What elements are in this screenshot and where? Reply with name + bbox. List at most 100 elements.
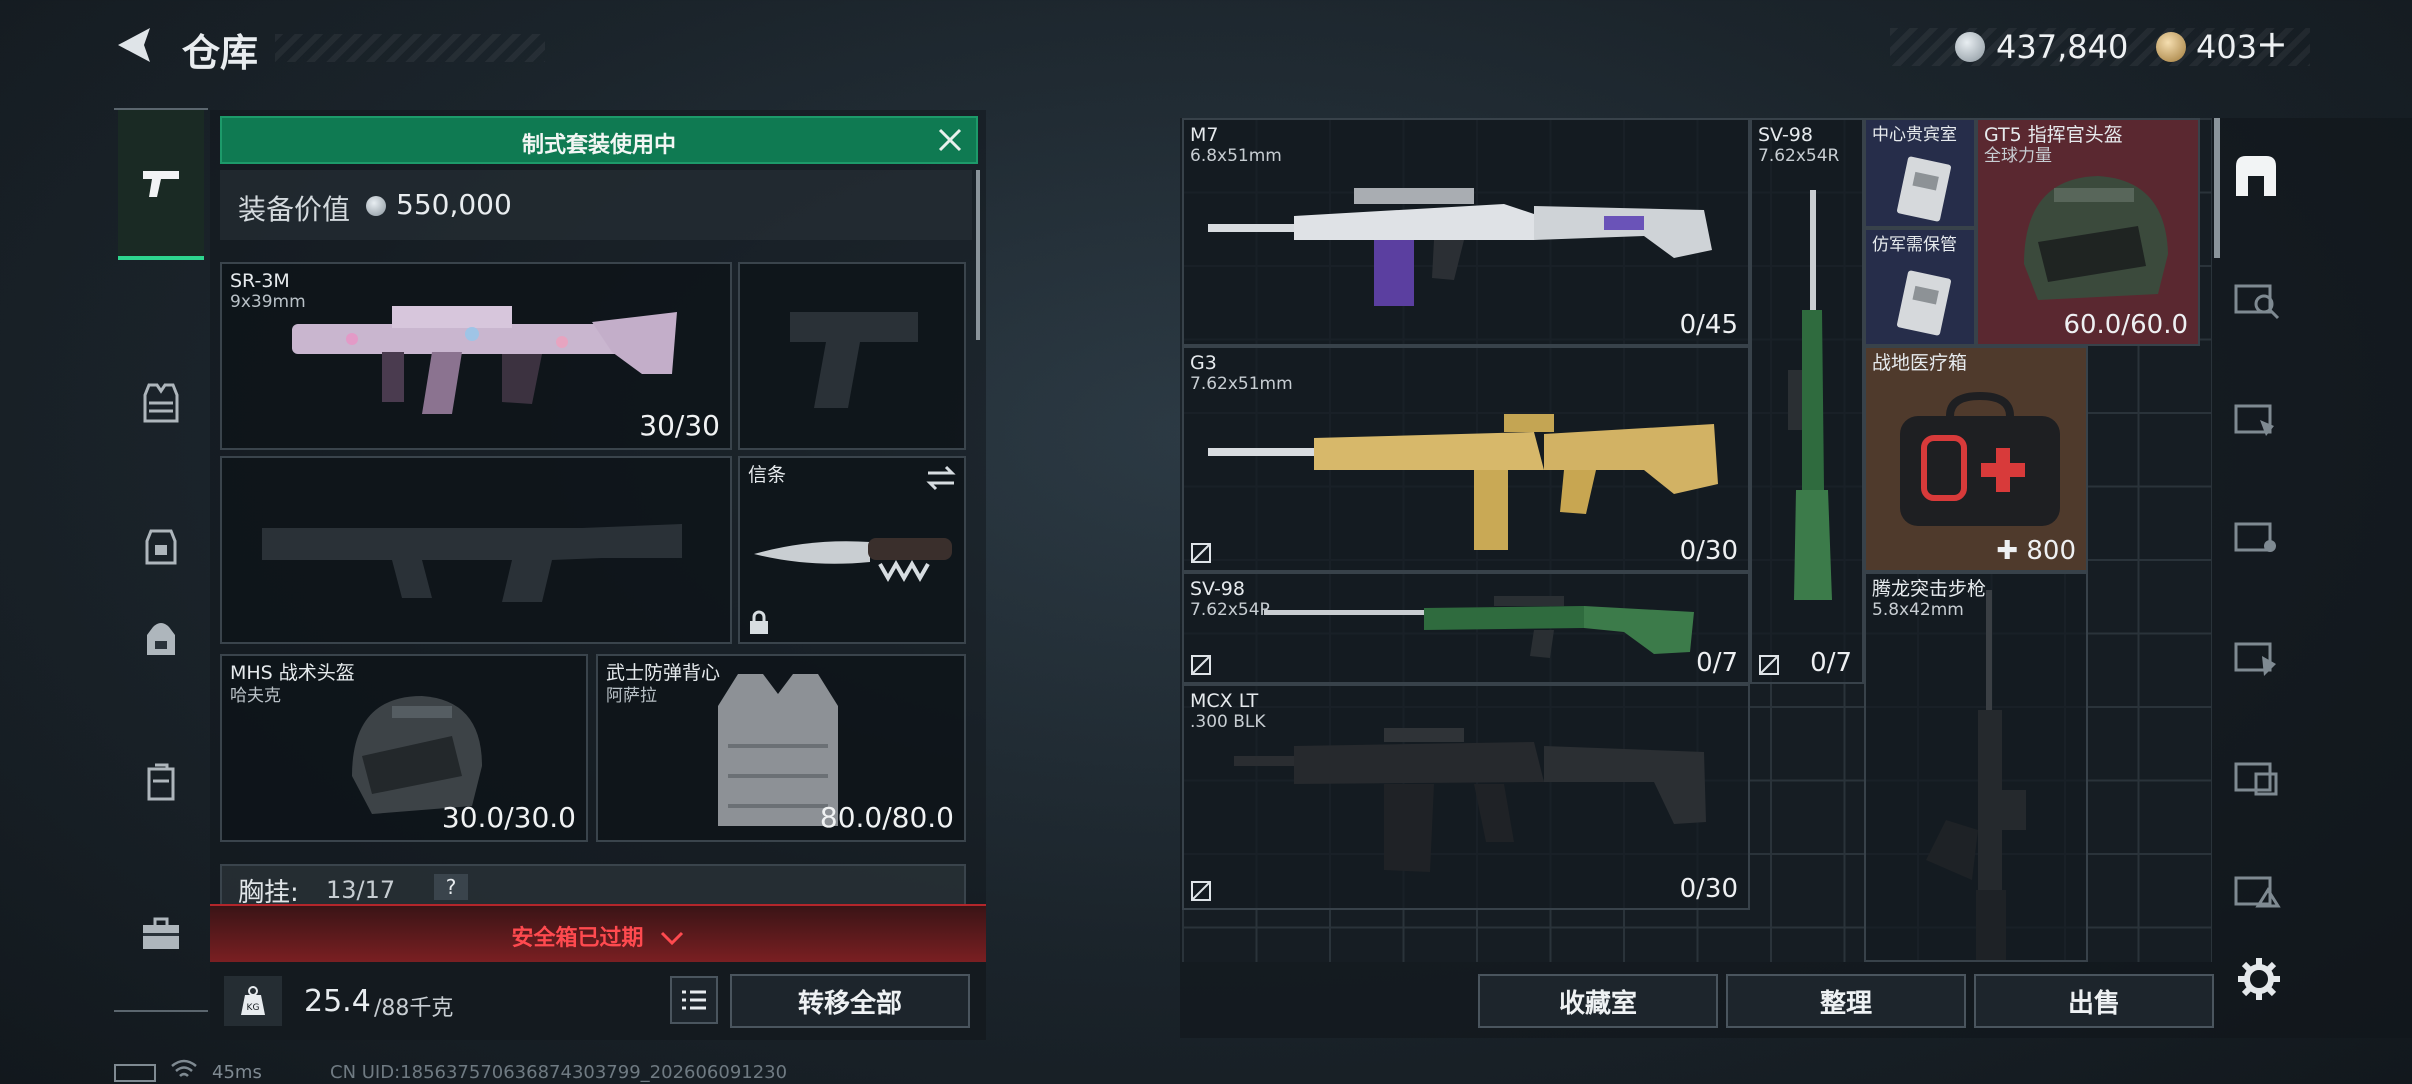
item-name: G3: [1190, 352, 1217, 374]
list-icon: [682, 990, 706, 1010]
helmet-slot[interactable]: MHS 战术头盔 哈夫克 30.0/30.0: [220, 654, 588, 842]
ping-value: 45ms: [212, 1062, 262, 1083]
sort-button[interactable]: 整理: [1726, 974, 1966, 1028]
sidebar-tab-backpack[interactable]: [118, 596, 204, 682]
safebox-expired-text: 安全箱已过期: [511, 926, 644, 951]
sidebar-tab-weapons[interactable]: [118, 110, 204, 260]
item-ammo-count: 0/7: [1696, 648, 1738, 678]
currency1-value: 437,840: [1996, 28, 2129, 66]
armor-name: 武士防弹背心: [606, 662, 721, 684]
storage-item-sv98[interactable]: SV-98 7.62x54R 0/7: [1182, 572, 1750, 684]
rig-capacity: 13/17: [326, 876, 396, 904]
storage-item-m7[interactable]: M7 6.8x51mm 0/45: [1182, 118, 1750, 346]
item-name: SV-98: [1758, 124, 1813, 146]
warehouse-tab-6[interactable]: [2218, 738, 2294, 814]
item-ammo: 7.62x54R: [1190, 600, 1272, 620]
warehouse-tab-4[interactable]: [2218, 498, 2294, 574]
no-binding-icon: [1191, 543, 1211, 563]
helmet-durability: 30.0/30.0: [441, 801, 576, 834]
storage-item-mcx-lt[interactable]: MCX LT .300 BLK 0/30: [1182, 684, 1750, 910]
close-icon[interactable]: [934, 124, 966, 156]
backpack-icon: [147, 623, 175, 655]
rig-help-button[interactable]: ?: [434, 874, 468, 900]
storage-item-keycard-vip[interactable]: 中心贵宾室: [1864, 118, 1976, 228]
weight-row: KG 25.4 /88千克 转移全部: [210, 962, 986, 1040]
title-decoration: [275, 34, 545, 62]
sidebar-tab-armor[interactable]: [118, 360, 204, 446]
warehouse-tab-7[interactable]: [2218, 852, 2294, 928]
melee-name: 信条: [748, 464, 787, 486]
heal-value: 800: [2026, 536, 2076, 566]
wifi-icon: [170, 1058, 198, 1084]
list-view-button[interactable]: [670, 976, 718, 1024]
svg-text:KG: KG: [247, 1003, 260, 1013]
item-name: M7: [1190, 124, 1219, 146]
warehouse-tab-3[interactable]: [2218, 380, 2294, 456]
warehouse-tab-5[interactable]: [2218, 618, 2294, 694]
sidebar-tab-rig[interactable]: [118, 504, 204, 590]
storage-item-g3[interactable]: G3 7.62x51mm 0/30: [1182, 346, 1750, 572]
battery-icon: [114, 1064, 156, 1082]
melee-slot[interactable]: 信条: [738, 456, 966, 644]
warehouse-main-icon: [2236, 156, 2276, 196]
item-name: 战地医疗箱: [1872, 352, 1968, 374]
sell-button[interactable]: 出售: [1974, 974, 2214, 1028]
chest-rig-row[interactable]: 胸挂: 13/17 ?: [220, 864, 966, 908]
sr3m-rifle-image: [292, 306, 677, 414]
storage-item-sv98-vertical[interactable]: SV-98 7.62x54R 0/7: [1750, 118, 1864, 684]
no-binding-icon: [1191, 655, 1211, 675]
chevron-down-icon: [659, 930, 685, 952]
rifle-silhouette-icon: [262, 524, 682, 602]
loadout-scrollbar[interactable]: [976, 170, 980, 340]
pistol-icon: [143, 171, 179, 197]
m7-rifle-image: [1208, 188, 1712, 306]
storage-item-medkit[interactable]: 战地医疗箱 ✚ 800: [1864, 346, 2088, 572]
back-arrow-icon: [118, 28, 150, 62]
storage-item-tenglong[interactable]: 腾龙突击步枪 5.8x42mm: [1864, 572, 2088, 962]
preset-banner: 制式套装使用中: [220, 116, 978, 164]
armor-durability: 80.0/80.0: [819, 801, 954, 834]
value-label: 装备价值: [238, 193, 351, 226]
warehouse-expansion-icon: [2234, 284, 2280, 320]
sv98-vertical-image: [1788, 190, 1832, 600]
value-coin-icon: [366, 196, 386, 216]
gt5-helmet-image: [2024, 176, 2168, 300]
back-button[interactable]: [110, 22, 160, 72]
knife-image: [754, 538, 952, 583]
equipment-value: 550,000: [396, 188, 512, 221]
equipment-value-row: 装备价值 550,000: [220, 170, 972, 240]
item-ammo-count: 0/30: [1679, 536, 1738, 566]
sidebar-tab-safebox[interactable]: [118, 890, 204, 976]
warehouse-expansion-icon: [2234, 642, 2276, 676]
swap-icon[interactable]: [926, 464, 956, 492]
warehouse-expansion-icon: [2234, 522, 2276, 552]
secondary-weapon-slot[interactable]: [220, 456, 732, 644]
item-name: SV-98: [1190, 578, 1245, 600]
safebox-expired-banner[interactable]: 安全箱已过期: [210, 904, 986, 962]
warehouse-expansion-icon: [2234, 762, 2278, 796]
currency2-value: 403: [2196, 28, 2258, 66]
sidebar-tab-container[interactable]: [118, 740, 204, 826]
collection-room-button[interactable]: 收藏室: [1478, 974, 1718, 1028]
item-ammo-count: 0/7: [1810, 648, 1852, 678]
warehouse-tab-2[interactable]: [2218, 260, 2294, 336]
item-ammo-count: 0/30: [1679, 874, 1738, 904]
add-currency-button[interactable]: +: [2256, 22, 2288, 66]
container-icon: [147, 763, 175, 801]
helmet-brand: 哈夫克: [230, 686, 281, 706]
mcx-rifle-image: [1234, 728, 1706, 872]
armor-slot[interactable]: 武士防弹背心 阿萨拉 80.0/80.0: [596, 654, 966, 842]
primary-weapon-slot[interactable]: SR-3M 9x39mm 30/30: [220, 262, 732, 450]
item-name: GT5 指挥官头盔: [1984, 124, 2123, 146]
sv98-rifle-image: [1264, 596, 1694, 658]
warehouse-tabs: [2218, 118, 2294, 968]
warehouse-tab-main[interactable]: [2218, 138, 2294, 214]
coin-icon: [1955, 32, 1985, 62]
storage-item-keycard-supply[interactable]: 仿军需保管: [1864, 228, 1976, 346]
page-title: 仓库: [182, 31, 259, 75]
transfer-all-button[interactable]: 转移全部: [730, 974, 970, 1028]
sidearm-slot[interactable]: [738, 262, 966, 450]
current-weight: 25.4: [304, 984, 371, 1019]
settings-button[interactable]: [2234, 954, 2284, 1004]
storage-item-gt5-helmet[interactable]: GT5 指挥官头盔 全球力量 60.0/60.0: [1976, 118, 2200, 346]
